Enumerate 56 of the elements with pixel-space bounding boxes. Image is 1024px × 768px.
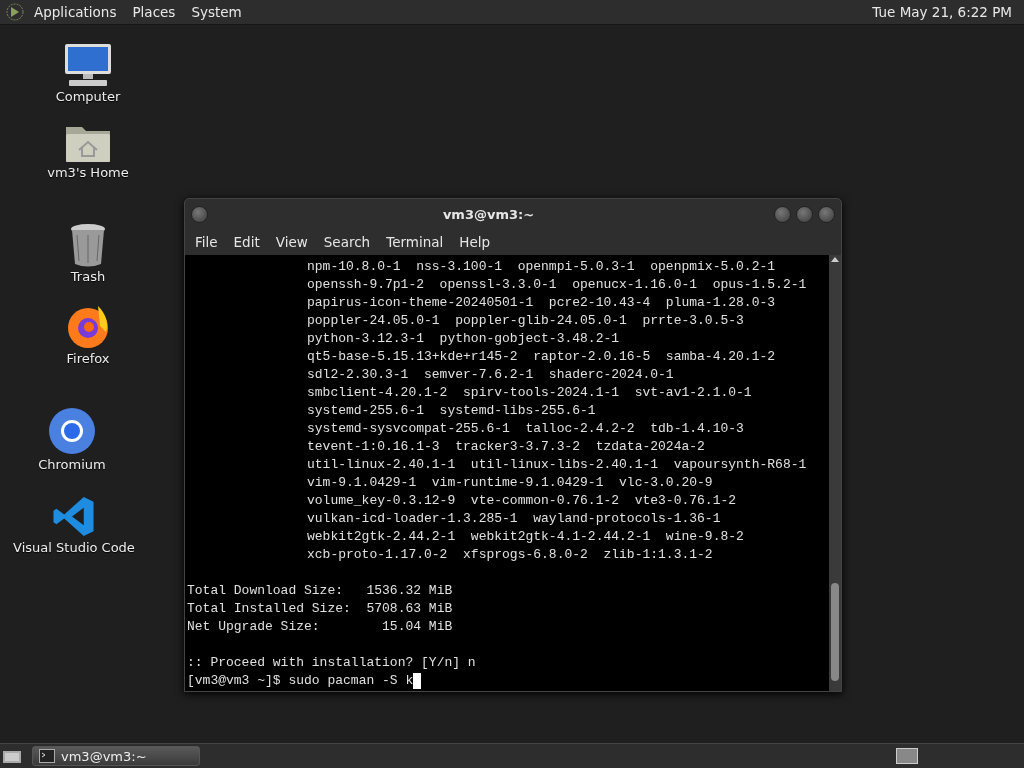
terminal-line: poppler-24.05.0-1 poppler-glib-24.05.0-1 prrte-3.0.5-3 [307,312,744,330]
desktop-icon-label[interactable]: Computer [55,89,121,104]
terminal-line: systemd-255.6-1 systemd-libs-255.6-1 [307,402,596,420]
terminal-line: smbclient-4.20.1-2 spirv-tools-2024.1-1 svt-av1-2.1.0-1 [307,384,752,402]
terminal-line: vulkan-icd-loader-1.3.285-1 wayland-protocols-1.36-1 [307,510,721,528]
terminal-line: papirus-icon-theme-20240501-1 pcre2-10.43-4 pluma-1.28.0-3 [307,294,776,312]
terminal-line: qt5-base-5.15.13+kde+r145-2 raptor-2.0.16-5 samba-4.20.1-2 [307,348,776,366]
trash-icon [69,223,107,267]
text-cursor [413,673,422,689]
code-editor-icon [52,495,96,538]
desktop-icon-label[interactable]: Chromium [38,457,106,472]
workspace-switcher[interactable] [896,748,918,764]
menu-item[interactable]: File [187,234,226,250]
window-title: vm3@vm3:~ [441,206,536,222]
terminal-line: :: Proceed with installation? [Y/n] n [187,654,476,672]
desktop-icon-label[interactable]: vm3's Home [47,165,129,180]
desktop-icon-label[interactable]: Trash [70,269,106,284]
menu-item[interactable]: View [267,234,316,250]
clock[interactable]: Tue May 21, 6:22 PM [866,2,1018,22]
minimize-button[interactable] [774,205,791,223]
desktop-icon-label[interactable]: Visual Studio Code [13,540,135,555]
command-prompt: [vm3@vm3 ~]$ sudo pacman -S k [187,672,414,690]
close-button[interactable] [818,205,835,223]
terminal-line: util-linux-2.40.1-1 util-linux-libs-2.40.1-1 vapoursynth-R68-1 [307,456,807,474]
terminal-line: sdl2-2.30.3-1 semver-7.6.2-1 shaderc-2024.0-1 [307,366,674,384]
terminal-line: webkit2gtk-2.44.2-1 webkit2gtk-4.1-2.44.2-1 wine-9.8-2 [307,528,744,546]
menu-item[interactable]: Help [451,234,499,250]
maximize-button[interactable] [796,205,813,223]
panel-menu[interactable]: Applications [28,2,123,22]
chromium-icon [48,407,96,455]
panel-menu[interactable]: Places [126,2,182,22]
menu-logo-icon [6,3,24,21]
terminal-line: python-3.12.3-1 python-gobject-3.48.2-1 [307,330,620,348]
scroll-up-icon[interactable] [830,255,840,263]
terminal-line: npm-10.8.0-1 nss-3.100-1 openmpi-5.0.3-1 openpmix-5.0.2-1 [307,258,776,276]
desktop-icon-label[interactable]: Firefox [66,351,110,366]
terminal-icon [39,749,55,763]
scrollbar-thumb[interactable] [831,583,839,681]
window-menu-button[interactable] [191,205,208,223]
menu-item[interactable]: Terminal [378,234,452,250]
menu-item[interactable]: Search [315,234,379,250]
menu-item[interactable]: Edit [225,234,268,250]
terminal-line: vim-9.1.0429-1 vim-runtime-9.1.0429-1 vlc-3.0.20-9 [307,474,713,492]
terminal-line: volume_key-0.3.12-9 vte-common-0.76.1-2 vte3-0.76.1-2 [307,492,737,510]
terminal-line: Total Installed Size: 5708.63 MiB [187,600,453,618]
terminal-line: systemd-sysvcompat-255.6-1 talloc-2.4.2-2 tdb-1.4.10-3 [307,420,744,438]
taskbar-button[interactable]: vm3@vm3:~ [32,746,200,766]
monitor-icon [63,43,113,87]
panel-menu[interactable]: System [185,2,248,22]
terminal-line: tevent-1:0.16.1-3 tracker3-3.7.3-2 tzdata-2024a-2 [307,438,705,456]
terminal-line: Net Upgrade Size: 15.04 MiB [187,618,453,636]
scrollbar[interactable] [829,255,841,691]
show-desktop-icon[interactable] [2,748,22,764]
terminal-line: openssh-9.7p1-2 openssl-3.3.0-1 openucx-1.16.0-1 opus-1.5.2-1 [307,276,807,294]
terminal-line: Total Download Size: 1536.32 MiB [187,582,453,600]
terminal-line: xcb-proto-1.17.0-2 xfsprogs-6.8.0-2 zlib-1:1.3.1-2 [307,546,713,564]
